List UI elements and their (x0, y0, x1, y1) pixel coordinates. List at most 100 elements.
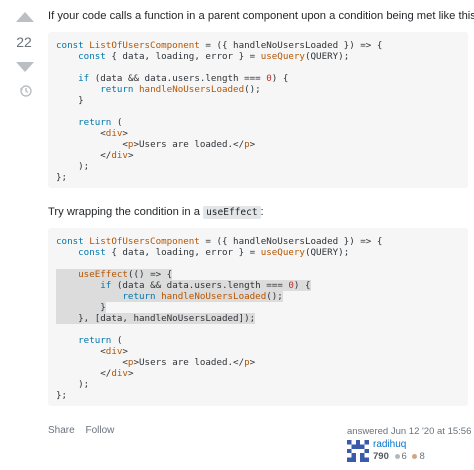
answer-try-text: Try wrapping the condition in a useEffec… (48, 205, 264, 220)
code-token: < (56, 357, 128, 368)
code-token: handleNoUsersLoaded (161, 291, 267, 302)
try-text-after: : (260, 206, 264, 218)
code-token: > (249, 357, 256, 368)
code-token: const (56, 40, 90, 51)
try-text-before: Try wrapping the condition in a (48, 206, 204, 218)
code-line: if (data && data.users.length === 0) { (56, 280, 468, 291)
code-line: } (56, 302, 468, 313)
code-line: const ListOfUsersComponent = ({ handleNo… (56, 40, 468, 51)
follow-link[interactable]: Follow (85, 425, 114, 436)
code-line: return ( (56, 335, 468, 346)
code-token: useQuery (260, 247, 305, 258)
code-line: <p>Users are loaded.</p> (56, 139, 468, 150)
code-token: ) { (271, 73, 289, 84)
code-token: div (105, 346, 123, 357)
code-line: <p>Users are loaded.</p> (56, 357, 468, 368)
code-line: return handleNoUsersLoaded(); (56, 291, 468, 302)
code-block-original: const ListOfUsersComponent = ({ handleNo… (48, 32, 468, 188)
code-token: { data, loading, error } = (105, 247, 261, 258)
code-token: = ({ handleNoUsersLoaded }) => { (199, 236, 383, 247)
code-token: ListOfUsersComponent (89, 40, 200, 51)
code-line: ); (56, 379, 468, 390)
code-token: (); (266, 291, 283, 302)
code-token: > (127, 150, 134, 161)
code-token: const (78, 247, 106, 258)
upvote-icon[interactable] (16, 12, 34, 22)
code-token: (data && data.users.length === (111, 280, 289, 291)
user-card: answered Jun 12 '20 at 15:56 radihuq 790… (347, 426, 472, 462)
code-token: }; (56, 390, 68, 401)
code-block-suggested: const ListOfUsersComponent = ({ handleNo… (48, 228, 468, 406)
code-token: < (56, 128, 106, 139)
user-name-link[interactable]: radihuq (373, 439, 406, 450)
answered-timestamp: answered Jun 12 '20 at 15:56 (347, 426, 472, 437)
code-line: </div> (56, 368, 468, 379)
code-line: return ( (56, 117, 468, 128)
code-token: ); (56, 379, 90, 390)
code-token: } (56, 302, 106, 313)
code-line: }, [data, handleNoUsersLoaded]); (56, 313, 468, 324)
code-token: if (100, 280, 112, 291)
share-link[interactable]: Share (48, 425, 75, 436)
vote-count: 22 (16, 34, 32, 50)
code-token: ) { (293, 280, 311, 291)
user-reputation: 790 6 8 (373, 451, 425, 462)
code-token: handleNoUsersLoaded (139, 84, 245, 95)
code-token: useQuery (260, 51, 305, 62)
code-token: = ({ handleNoUsersLoaded }) => { (199, 40, 383, 51)
code-token: const (78, 51, 106, 62)
inline-code-useeffect: useEffect (203, 206, 261, 219)
code-token: div (105, 128, 123, 139)
code-line: return handleNoUsersLoaded(); (56, 84, 468, 95)
reputation-score: 790 (373, 451, 389, 462)
identicon-avatar[interactable] (347, 440, 369, 462)
code-token: ( (111, 335, 123, 346)
code-token: const (56, 236, 90, 247)
code-line: const { data, loading, error } = useQuer… (56, 247, 468, 258)
code-token: useEffect (78, 269, 128, 280)
code-token: > (122, 346, 128, 357)
code-token: div (111, 368, 128, 379)
code-token: { data, loading, error } = (105, 51, 261, 62)
code-line: }; (56, 390, 468, 401)
code-token: </ (56, 368, 112, 379)
code-token: </ (56, 150, 112, 161)
code-token: div (111, 150, 128, 161)
code-line: <div> (56, 128, 468, 139)
code-token: return (100, 84, 139, 95)
code-token: (); (244, 84, 261, 95)
post-menu: Share Follow (48, 425, 122, 436)
code-token: ); (56, 161, 90, 172)
silver-badge-count: 6 (401, 451, 407, 462)
code-line: }; (56, 172, 468, 183)
code-token: if (78, 73, 90, 84)
code-token: } (56, 95, 84, 106)
code-token: > (127, 368, 134, 379)
code-token: ListOfUsersComponent (89, 236, 200, 247)
code-token: return (78, 335, 112, 346)
code-token: ( (111, 117, 123, 128)
code-line: } (56, 95, 468, 106)
code-line: </div> (56, 150, 468, 161)
answer-intro: If your code calls a function in a paren… (48, 10, 474, 22)
code-line: ); (56, 161, 468, 172)
code-token: (data && data.users.length === (89, 73, 267, 84)
bronze-badge-count: 8 (419, 451, 425, 462)
code-token: >Users are loaded.</ (133, 139, 245, 150)
history-icon[interactable] (19, 84, 33, 98)
code-token: }; (56, 172, 68, 183)
code-line: const { data, loading, error } = useQuer… (56, 51, 468, 62)
downvote-icon[interactable] (16, 62, 34, 72)
code-token: < (56, 139, 128, 150)
code-token: (QUERY); (304, 51, 350, 62)
